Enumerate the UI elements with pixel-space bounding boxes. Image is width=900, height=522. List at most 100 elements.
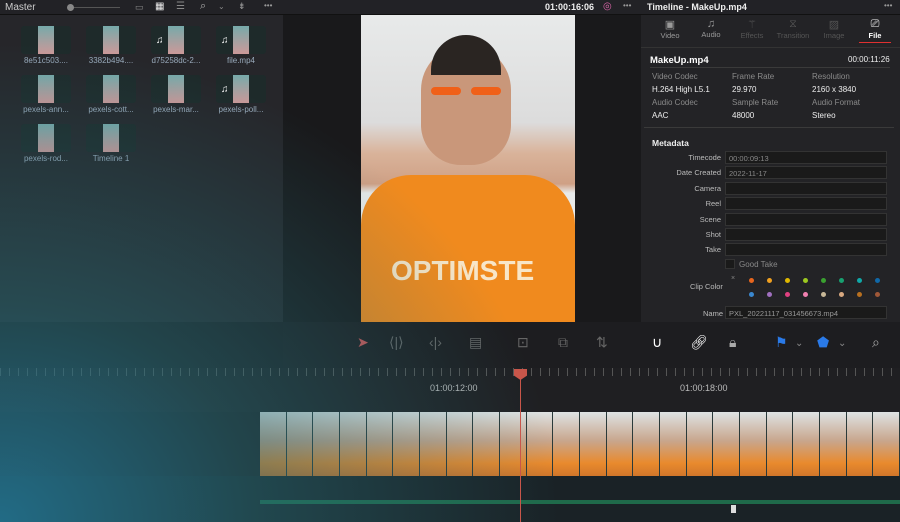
tab-file[interactable]: ⎚ File	[855, 18, 895, 46]
more-icon[interactable]: •••	[623, 1, 631, 10]
video-clip-filmstrip[interactable]	[260, 412, 900, 476]
clip-color-swatch[interactable]	[857, 278, 862, 283]
insert-clip-icon[interactable]: ⊡	[517, 334, 529, 351]
media-clip-thumbnail[interactable]	[151, 75, 201, 103]
chevron-down-icon[interactable]: ⌄	[218, 2, 225, 11]
search-icon[interactable]: ⌕	[200, 0, 206, 13]
name-field[interactable]: PXL_20221117_031456673.mp4	[725, 306, 887, 319]
metadata-label: Camera	[694, 183, 721, 193]
tab-video[interactable]: ▣ Video	[650, 18, 690, 46]
metadata-field[interactable]: 00:00:09:13	[725, 151, 887, 164]
selection-tool-icon[interactable]: ➤	[357, 334, 369, 351]
clip-color-swatch[interactable]	[767, 278, 772, 283]
tab-transition[interactable]: ⧖ Transition	[773, 18, 813, 46]
media-clip-thumbnail[interactable]: ♫	[151, 26, 201, 54]
more-icon[interactable]: •••	[884, 1, 892, 10]
inspector-header: Timeline - MakeUp.mp4 •••	[641, 0, 900, 15]
color-wheel-icon[interactable]: ◎	[603, 1, 612, 12]
metadata-row: Scene	[651, 212, 887, 226]
media-clip-thumbnail[interactable]: ♫	[216, 75, 266, 103]
list-view-icon[interactable]: ☰	[176, 1, 185, 12]
media-clip-thumbnail[interactable]: ♫	[216, 26, 266, 54]
grid-view-icon[interactable]: ▦	[155, 1, 164, 12]
replace-clip-icon[interactable]: ⇅	[596, 334, 608, 351]
filmstrip-frame	[366, 412, 394, 476]
marker-icon[interactable]: ⬟	[817, 334, 829, 351]
media-clip-thumbnail[interactable]	[21, 26, 71, 54]
viewer: 01:00:16:06 ◎ ••• OPTIMSTE	[283, 0, 641, 322]
zoom-timeline-icon[interactable]: ⌕	[872, 334, 880, 351]
metadata-row: Date Created 2022-11-17	[651, 166, 887, 180]
tab-video-icon: ▣	[664, 19, 676, 31]
prop-value: H.264 High L5.1	[652, 85, 710, 94]
prop-label: Sample Rate	[732, 98, 779, 107]
clip-color-swatch[interactable]	[749, 278, 754, 283]
filmstrip-frame	[473, 412, 501, 476]
clip-duration: 00:00:11:26	[848, 55, 890, 64]
media-clip-thumbnail[interactable]	[86, 75, 136, 103]
position-lock-icon[interactable]: 🔒︎	[729, 334, 736, 351]
audio-note-icon: ♫	[221, 35, 229, 46]
filmstrip-frame	[713, 412, 741, 476]
metadata-field[interactable]: 2022-11-17	[725, 166, 887, 180]
chevron-down-icon[interactable]: ⌄	[795, 338, 803, 349]
clip-color-swatch[interactable]	[803, 292, 808, 297]
clip-color-swatch[interactable]	[875, 292, 880, 297]
media-clip-name: pexels-poll...	[218, 105, 264, 114]
metadata-label: Timecode	[688, 153, 721, 162]
clip-color-swatch[interactable]	[785, 292, 790, 297]
trim-tool-icon[interactable]: ⟨|⟩	[389, 334, 404, 351]
overwrite-clip-icon[interactable]: ⧉	[558, 334, 568, 351]
audio-keyframe[interactable]	[731, 505, 736, 513]
media-clip-thumbnail[interactable]	[21, 124, 71, 152]
sort-icon[interactable]: ⇟	[238, 1, 246, 12]
media-clip-thumbnail[interactable]	[86, 26, 136, 54]
clip-color-swatch[interactable]	[803, 278, 808, 283]
metadata-field[interactable]	[725, 243, 887, 257]
clip-color-swatch[interactable]	[857, 292, 862, 297]
ruler-tick-label: 01:00:18:00	[680, 383, 728, 393]
audio-track-clip[interactable]	[260, 500, 900, 504]
playhead-line[interactable]	[520, 376, 521, 522]
metadata-row: Reel	[651, 197, 887, 211]
tab-image[interactable]: ▨ Image	[814, 18, 854, 46]
media-pool-header: Master ▭ ▦ ☰ ⌕ ⌄ ⇟ •••	[0, 0, 283, 15]
chevron-down-icon[interactable]: ⌄	[838, 338, 846, 349]
filmstrip-frame	[633, 412, 661, 476]
bin-title: Master	[5, 2, 36, 13]
metadata-field[interactable]	[725, 197, 887, 211]
clip-color-swatch[interactable]	[839, 278, 844, 283]
clip-color-none[interactable]: ×	[731, 275, 735, 282]
clip-color-swatch[interactable]	[839, 292, 844, 297]
filmstrip-frame	[553, 412, 581, 476]
filmstrip-view-icon[interactable]: ▭	[135, 2, 144, 13]
flag-icon[interactable]: ⚑	[775, 334, 788, 351]
dynamic-trim-icon[interactable]: ‹|›	[429, 334, 442, 350]
clip-color-swatch[interactable]	[767, 292, 772, 297]
linked-selection-icon[interactable]: 🔗︎	[690, 334, 708, 351]
clip-color-swatch[interactable]	[785, 278, 790, 283]
good-take-checkbox[interactable]	[725, 259, 735, 269]
filmstrip-frame	[313, 412, 341, 476]
media-clip-thumbnail[interactable]	[21, 75, 71, 103]
blade-tool-icon[interactable]: ▤	[469, 334, 482, 351]
snapping-icon[interactable]: ∪	[652, 334, 662, 351]
media-clip-thumbnail[interactable]	[86, 124, 136, 152]
tab-audio[interactable]: ♫ Audio	[691, 18, 731, 46]
tab-audio-icon: ♫	[706, 18, 716, 30]
more-icon[interactable]: •••	[264, 1, 272, 10]
filmstrip-frame	[393, 412, 421, 476]
clip-color-swatch[interactable]	[749, 292, 754, 297]
thumb-size-slider[interactable]	[67, 4, 120, 11]
metadata-field[interactable]	[725, 212, 887, 226]
tab-effects[interactable]: ⚚ Effects	[732, 18, 772, 46]
filmstrip-frame	[340, 412, 367, 476]
filmstrip-frame	[580, 412, 607, 476]
ruler-tick-label: 01:00:12:00	[430, 383, 478, 393]
metadata-field[interactable]	[725, 181, 887, 195]
clip-color-swatch[interactable]	[875, 278, 880, 283]
clip-color-swatch[interactable]	[821, 278, 826, 283]
metadata-field[interactable]	[725, 228, 887, 241]
filmstrip-frame	[446, 412, 474, 476]
clip-color-swatch[interactable]	[821, 292, 826, 297]
